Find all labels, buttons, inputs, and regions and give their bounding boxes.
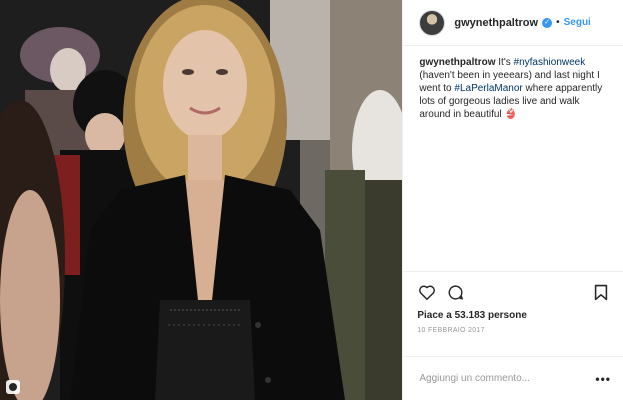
user-tag-icon[interactable] [6, 380, 20, 394]
avatar[interactable] [419, 9, 446, 36]
heart-icon[interactable] [417, 282, 437, 302]
bikini-emoji: 👙 [504, 109, 517, 120]
instagram-post: gwynethpaltrow ✓ • Segui gwynethpaltrow … [0, 0, 623, 400]
verified-badge-icon: ✓ [542, 17, 553, 28]
bookmark-icon[interactable] [591, 282, 611, 302]
post-actions: Piace a 53.183 persone 10 febbraio 2017 [403, 271, 623, 357]
hashtag-link[interactable]: #LaPerlaManor [454, 83, 522, 94]
post-header: gwynethpaltrow ✓ • Segui [403, 0, 623, 46]
header-username[interactable]: gwynethpaltrow [454, 17, 538, 29]
comment-input[interactable] [419, 373, 596, 384]
post-date[interactable]: 10 febbraio 2017 [417, 327, 611, 334]
comment-bar: ••• [403, 356, 623, 400]
photo-illustration [0, 0, 403, 400]
hashtag-link[interactable]: #nyfashionweek [514, 57, 586, 68]
post-sidebar: gwynethpaltrow ✓ • Segui gwynethpaltrow … [402, 0, 623, 400]
action-row [417, 282, 611, 302]
caption-username[interactable]: gwynethpaltrow [419, 57, 495, 68]
likes-count[interactable]: Piace a 53.183 persone [417, 310, 611, 321]
comment-icon[interactable] [445, 282, 465, 302]
post-caption: gwynethpaltrow It's #nyfashionweek (have… [403, 46, 623, 271]
caption-text-1: It's [495, 57, 514, 68]
header-separator: • [556, 17, 560, 28]
more-options-icon[interactable]: ••• [595, 372, 611, 386]
post-photo[interactable] [0, 0, 403, 400]
follow-button[interactable]: Segui [564, 17, 591, 28]
